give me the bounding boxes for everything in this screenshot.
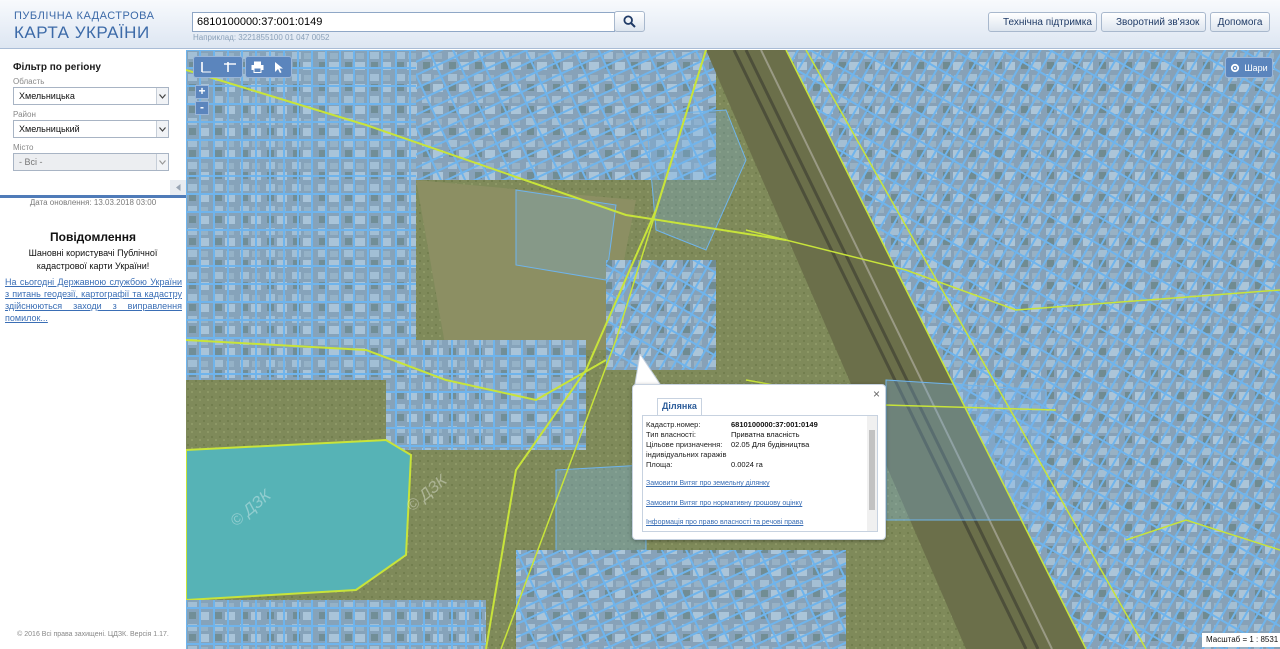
purpose-label: Цільове призначення: — [646, 440, 723, 449]
close-icon[interactable]: × — [873, 387, 880, 401]
ownership-type-label: Тип власності: — [646, 430, 696, 439]
district-select[interactable]: Хмельницький — [13, 120, 169, 138]
search-icon — [623, 15, 636, 28]
print-info-tools — [245, 56, 292, 78]
order-parcel-extract-link[interactable]: Замовити Витяг про земельну ділянку — [646, 480, 770, 487]
area-value: 0.0024 га — [731, 460, 763, 469]
logo-line1: ПУБЛІЧНА КАДАСТРОВА — [14, 10, 155, 22]
cadastral-search-input[interactable] — [192, 12, 615, 32]
help-button[interactable]: Допомога — [1210, 12, 1270, 32]
city-label: Місто — [13, 143, 34, 152]
order-valuation-extract-link[interactable]: Замовити Витяг про нормативну грошову оц… — [646, 500, 802, 507]
cadastral-number-value: 6810100000:37:001:0149 — [731, 420, 818, 429]
notice-text: Шановні користувачі Публічної кадастрово… — [28, 248, 158, 271]
sidebar: Фільтр по регіону Область Хмельницька Ра… — [0, 50, 186, 649]
map-scale: Масштаб = 1 : 8531 — [1202, 633, 1280, 647]
region-value: Хмельницька — [19, 91, 75, 101]
measure-area-icon[interactable] — [218, 60, 242, 74]
site-logo[interactable]: ПУБЛІЧНА КАДАСТРОВА КАРТА УКРАЇНИ — [14, 10, 155, 42]
scrollbar-thumb[interactable] — [869, 430, 875, 510]
header-bar: ПУБЛІЧНА КАДАСТРОВА КАРТА УКРАЇНИ Наприк… — [0, 0, 1280, 49]
tech-support-button[interactable]: Технічна підтримка — [988, 12, 1097, 32]
chevron-down-icon — [156, 121, 168, 137]
logo-line2: КАРТА УКРАЇНИ — [14, 23, 150, 42]
info-cursor-icon[interactable] — [269, 61, 292, 74]
cadastral-number-label: Кадастр.номер: — [646, 420, 701, 429]
measure-distance-icon[interactable] — [194, 60, 218, 74]
app-window: ПУБЛІЧНА КАДАСТРОВА КАРТА УКРАЇНИ Наприк… — [0, 0, 1280, 649]
tab-parcel[interactable]: Ділянка — [657, 398, 702, 416]
city-select[interactable]: - Всі - — [13, 153, 169, 171]
update-date: Дата оновлення: 13.03.2018 03:00 — [29, 198, 157, 207]
district-value: Хмельницький — [19, 124, 80, 134]
notice-link[interactable]: На сьогодні Державною службою України з … — [5, 276, 182, 324]
copyright: © 2016 Всі права захищені. ЦДЗК. Версія … — [17, 631, 169, 638]
region-filter-panel: Фільтр по регіону Область Хмельницька Ра… — [0, 50, 186, 195]
purpose-value: 02.05 Для будівництва — [731, 440, 810, 449]
search-hint: Наприклад: 3221855100 01 047 0052 — [193, 33, 330, 42]
ownership-type-value: Приватна власність — [731, 430, 800, 439]
search-button[interactable] — [614, 11, 645, 32]
parcel-popup: × Ділянка Кадастр.номер: 6810100000:37:0… — [632, 384, 886, 540]
map-view[interactable]: © ДЗК © ДЗК + - Шари × Ділянка Кадастр.н… — [186, 50, 1280, 649]
collapse-sidebar-button[interactable] — [170, 180, 186, 195]
print-icon[interactable] — [246, 61, 269, 73]
zoom-out-button[interactable]: - — [195, 101, 209, 115]
zoom-in-button[interactable]: + — [195, 85, 209, 99]
ownership-info-link[interactable]: Інформація про право власності та речові… — [646, 519, 803, 526]
feedback-button[interactable]: Зворотний зв'язок — [1101, 12, 1206, 32]
measure-tools — [193, 56, 243, 78]
gear-icon — [1231, 63, 1240, 72]
notice-title: Повідомлення — [50, 230, 136, 244]
help-label: Допомога — [1217, 16, 1263, 28]
chevron-down-icon — [156, 88, 168, 104]
tech-support-label: Технічна підтримка — [1003, 16, 1092, 28]
parcel-info-panel: Кадастр.номер: 6810100000:37:001:0149 Ти… — [642, 415, 878, 532]
layers-label: Шари — [1244, 62, 1268, 73]
purpose-value-continued: індивідуальних гаражів — [646, 450, 727, 459]
filter-title: Фільтр по регіону — [13, 62, 101, 73]
area-label: Площа: — [646, 460, 673, 469]
feedback-label: Зворотний зв'язок — [1116, 16, 1200, 28]
district-label: Район — [13, 110, 36, 119]
region-select[interactable]: Хмельницька — [13, 87, 169, 105]
popup-scrollbar[interactable] — [867, 416, 877, 531]
parcel-popup-box: × Ділянка Кадастр.номер: 6810100000:37:0… — [632, 384, 886, 540]
chevron-down-icon — [156, 154, 168, 170]
chevron-left-icon — [175, 184, 180, 191]
satellite-map-layer[interactable] — [186, 50, 1280, 649]
layers-button[interactable]: Шари — [1225, 57, 1273, 78]
region-label: Область — [13, 77, 45, 86]
city-value: - Всі - — [19, 157, 43, 167]
